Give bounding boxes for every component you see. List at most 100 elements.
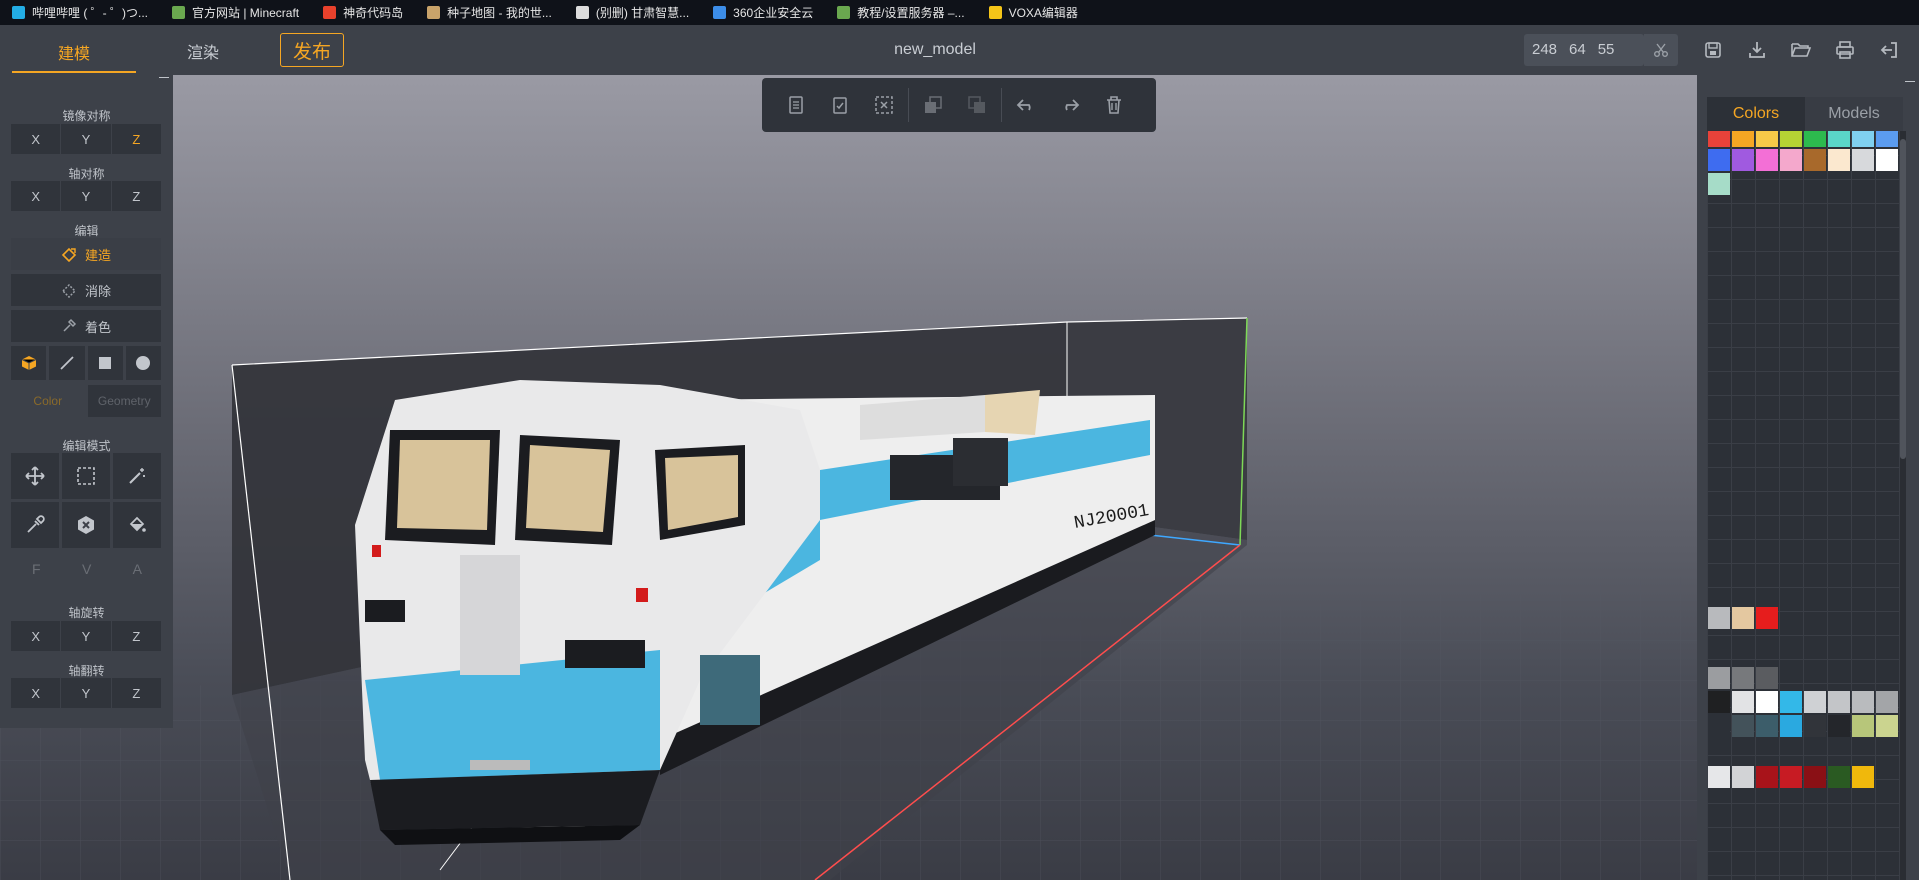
flip-x-button[interactable]: X	[11, 678, 61, 708]
color-swatch[interactable]	[1804, 148, 1826, 171]
color-swatch[interactable]	[1876, 691, 1898, 714]
color-swatch[interactable]	[1828, 131, 1850, 147]
color-swatch[interactable]	[1828, 691, 1850, 714]
square-shape-icon[interactable]	[87, 346, 123, 380]
color-swatch[interactable]	[1708, 131, 1730, 147]
color-swatch[interactable]	[1876, 131, 1898, 147]
merge-icon[interactable]	[955, 85, 999, 125]
color-swatch[interactable]	[1780, 691, 1802, 714]
erase-all-icon[interactable]	[62, 502, 110, 548]
redo-icon[interactable]	[1048, 85, 1092, 125]
color-swatch[interactable]	[1804, 765, 1826, 788]
flip-y-button[interactable]: Y	[61, 678, 111, 708]
trash-icon[interactable]	[1092, 85, 1136, 125]
tab-colors[interactable]: Colors	[1707, 97, 1805, 131]
exit-icon[interactable]	[1878, 39, 1900, 61]
download-icon[interactable]	[1746, 39, 1768, 61]
box-select-icon[interactable]	[62, 453, 110, 499]
color-palette[interactable]	[1707, 131, 1903, 880]
bookmark-item[interactable]: 种子地图 - 我的世...	[427, 4, 552, 21]
move-icon[interactable]	[11, 453, 59, 499]
color-swatch[interactable]	[1732, 131, 1754, 147]
erase-tool-button[interactable]: 消除	[11, 274, 161, 306]
copy-icon[interactable]	[774, 85, 818, 125]
rotate-x-button[interactable]: X	[11, 621, 61, 651]
bookmark-item[interactable]: (别删) 甘肃智慧...	[575, 4, 689, 21]
symmetry-y-button[interactable]: Y	[61, 181, 111, 211]
tab-models[interactable]: Models	[1805, 97, 1903, 131]
color-swatch[interactable]	[1708, 667, 1730, 690]
color-swatch[interactable]	[1852, 715, 1874, 738]
flip-z-button[interactable]: Z	[111, 678, 161, 708]
duplicate-icon[interactable]	[911, 85, 955, 125]
color-swatch[interactable]	[1756, 715, 1778, 738]
palette-scrollbar[interactable]	[1900, 131, 1906, 880]
fill-bucket-icon[interactable]	[113, 502, 161, 548]
color-swatch[interactable]	[1804, 131, 1826, 147]
save-icon[interactable]	[1702, 39, 1724, 61]
color-mode-button[interactable]: Color	[11, 385, 85, 417]
color-swatch[interactable]	[1756, 765, 1778, 788]
color-swatch[interactable]	[1804, 715, 1826, 738]
color-swatch[interactable]	[1852, 131, 1874, 147]
publish-button[interactable]: 发布	[280, 33, 344, 67]
paste-icon[interactable]	[818, 85, 862, 125]
delete-selection-icon[interactable]	[862, 85, 906, 125]
mirror-x-button[interactable]: X	[11, 124, 61, 154]
cube-shape-icon[interactable]	[11, 346, 47, 380]
collapse-panel-button[interactable]	[159, 77, 169, 87]
bookmark-item[interactable]: 官方网站 | Minecraft	[172, 4, 299, 21]
all-mode-button[interactable]: A	[133, 561, 142, 577]
color-swatch[interactable]	[1708, 172, 1730, 195]
color-swatch[interactable]	[1732, 715, 1754, 738]
print-icon[interactable]	[1834, 39, 1856, 61]
color-swatch[interactable]	[1780, 131, 1802, 147]
eyedropper-icon[interactable]	[11, 502, 59, 548]
color-swatch[interactable]	[1732, 691, 1754, 714]
color-swatch[interactable]	[1732, 607, 1754, 630]
bookmark-item[interactable]: 教程/设置服务器 –...	[837, 4, 965, 21]
color-swatch[interactable]	[1756, 691, 1778, 714]
color-swatch[interactable]	[1780, 715, 1802, 738]
color-swatch[interactable]	[1852, 148, 1874, 171]
color-swatch[interactable]	[1708, 148, 1730, 171]
undo-icon[interactable]	[1004, 85, 1048, 125]
tab-render[interactable]: 渲染	[160, 33, 246, 69]
color-swatch[interactable]	[1876, 715, 1898, 738]
color-swatch[interactable]	[1852, 691, 1874, 714]
color-swatch[interactable]	[1732, 765, 1754, 788]
build-tool-button[interactable]: 建造	[11, 238, 161, 270]
tab-model[interactable]: 建模	[12, 33, 136, 73]
coordinates-input[interactable]: 248 64 55	[1524, 34, 1644, 66]
color-swatch[interactable]	[1804, 691, 1826, 714]
color-swatch[interactable]	[1828, 765, 1850, 788]
color-swatch[interactable]	[1708, 691, 1730, 714]
paint-tool-button[interactable]: 着色	[11, 310, 161, 342]
scrollbar-thumb[interactable]	[1900, 139, 1906, 459]
color-swatch[interactable]	[1780, 765, 1802, 788]
circle-shape-icon[interactable]	[125, 346, 161, 380]
color-swatch[interactable]	[1732, 667, 1754, 690]
voxel-scene[interactable]: NJ20001	[0, 75, 1919, 880]
color-swatch[interactable]	[1780, 148, 1802, 171]
3d-viewport[interactable]: NJ20001	[0, 75, 1919, 880]
magic-wand-icon[interactable]	[113, 453, 161, 499]
symmetry-x-button[interactable]: X	[11, 181, 61, 211]
color-swatch[interactable]	[1756, 607, 1778, 630]
geometry-mode-button[interactable]: Geometry	[87, 385, 161, 417]
vertex-mode-button[interactable]: V	[82, 561, 91, 577]
bookmark-item[interactable]: 360企业安全云	[713, 4, 813, 21]
color-swatch[interactable]	[1876, 148, 1898, 171]
mirror-y-button[interactable]: Y	[61, 124, 111, 154]
color-swatch[interactable]	[1756, 131, 1778, 147]
mirror-z-button[interactable]: Z	[111, 124, 161, 154]
color-swatch[interactable]	[1852, 765, 1874, 788]
bookmark-item[interactable]: VOXA编辑器	[988, 4, 1078, 21]
scissors-icon[interactable]	[1644, 34, 1678, 66]
symmetry-z-button[interactable]: Z	[111, 181, 161, 211]
bookmark-item[interactable]: 哔哩哔哩 ( ゜- ゜)つ...	[12, 4, 148, 21]
rotate-y-button[interactable]: Y	[61, 621, 111, 651]
rotate-z-button[interactable]: Z	[111, 621, 161, 651]
color-swatch[interactable]	[1828, 715, 1850, 738]
color-swatch[interactable]	[1756, 148, 1778, 171]
